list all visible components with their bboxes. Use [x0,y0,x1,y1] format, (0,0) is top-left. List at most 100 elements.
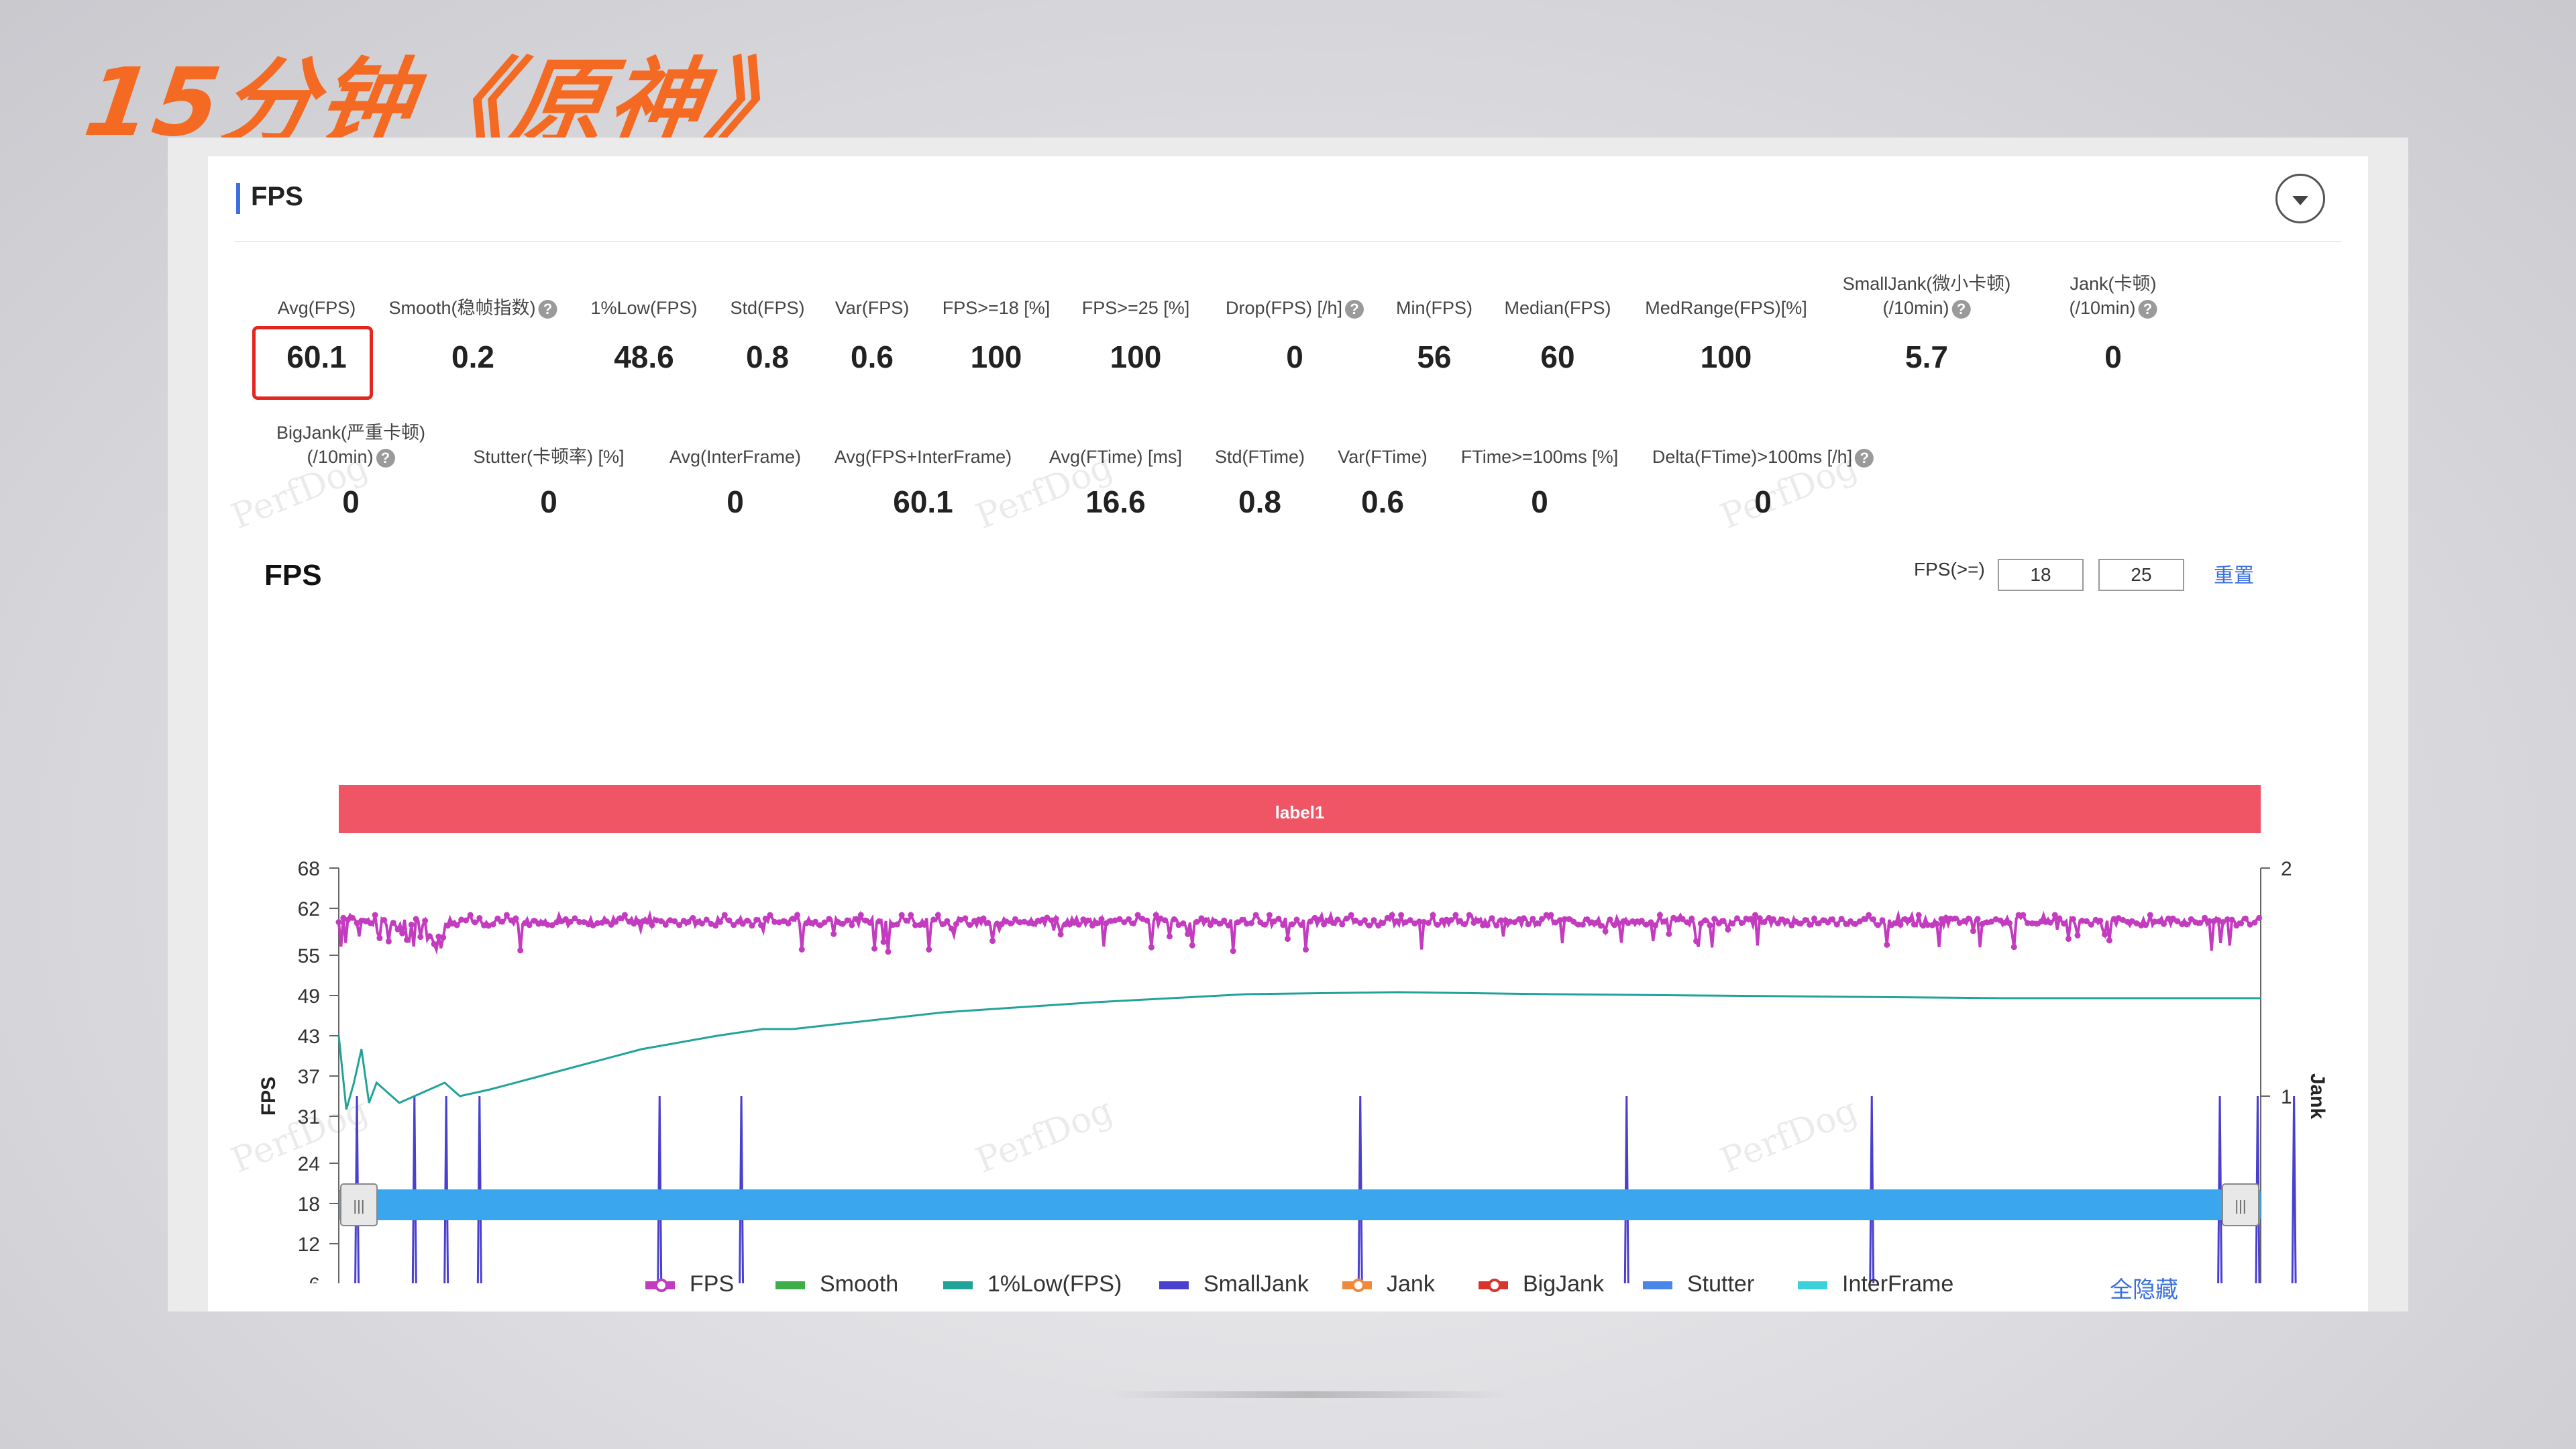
series-fps-point [431,941,437,947]
metric-label: FPS>=18 [%] [943,296,1051,320]
bottom-shadow [1107,1391,1509,1398]
metric-label: FTime>=100ms [%] [1461,445,1619,469]
series-fps-point [1085,918,1091,924]
help-icon[interactable]: ? [1345,300,1364,319]
help-icon[interactable]: ? [1952,300,1971,319]
reset-link[interactable]: 重置 [2214,559,2254,588]
series-fps-point [962,915,968,921]
series-fps-point [336,919,342,925]
metric-label: Stutter(卡顿率) [%] [473,445,624,469]
series-fps-point [2143,922,2149,928]
series-fps-point [390,920,396,926]
series-fps-point [908,912,914,918]
series-fps-point [1126,916,1132,922]
help-icon[interactable]: ? [376,449,395,468]
legend-item[interactable]: Smooth [775,1271,898,1297]
series-fps-point [1688,916,1695,922]
metric-value: 0.2 [451,339,494,375]
series-fps-point [2147,912,2153,918]
series-fps-point [1521,915,1527,921]
hide-all-link[interactable]: 全隐藏 [2110,1271,2178,1304]
series-fps-point [1657,912,1663,918]
legend-swatch [1159,1281,1189,1289]
series-fps-point [527,922,533,928]
series-fps-point [1316,917,1322,923]
series-fps-point [1371,917,1377,923]
legend-item[interactable]: Jank [1342,1271,1435,1297]
series-fps-point [2011,944,2017,950]
series-fps-point [1171,916,1177,922]
metric-label: Var(FTime) [1338,445,1427,469]
series-fps-point [1603,928,1609,934]
series-fps-point [767,912,773,918]
series-fps-point [1144,918,1150,924]
legend-label: InterFrame [1842,1271,1953,1297]
legend-item[interactable]: Stutter [1643,1271,1754,1297]
series-fps-point [1221,918,1227,924]
series-fps-point [1452,912,1458,918]
series-fps-point [1180,920,1186,926]
avg-fps-highlight-box [252,326,373,400]
metric-label: Avg(FPS) [278,296,356,320]
series-fps-point [472,919,478,925]
help-icon[interactable]: ? [539,300,557,319]
series-fps-point [727,918,733,924]
series-fps-point [1870,916,1876,922]
help-icon[interactable]: ? [2139,300,2157,319]
series-fps-point [2020,912,2026,918]
metric-label: SmallJank(微小卡顿) [1843,272,2011,296]
legend-item[interactable]: FPS [645,1271,734,1297]
series-fps-point [1529,916,1536,922]
series-fps-point [517,947,523,953]
series-fps-point [2061,920,2067,926]
legend-item[interactable]: BigJank [1479,1271,1604,1297]
fps-threshold-input-2[interactable]: 25 [2098,559,2184,591]
legend-item[interactable]: SmallJank [1159,1271,1309,1297]
series-1pct-low-line [339,992,2261,1110]
metric-value: 56 [1417,339,1451,375]
metric-value: 48.6 [614,339,674,375]
y-tick-label: 24 [298,1153,320,1175]
series-fps-point [422,918,428,924]
help-icon[interactable]: ? [1855,449,1874,468]
metric-metrics_row1-7: Drop(FPS) [/h]?0 [1226,296,1364,320]
series-fps-point [2184,921,2190,927]
collapse-toggle-button[interactable] [2275,174,2325,223]
series-fps-point [676,922,682,928]
series-fps-point [2070,916,2076,922]
metric-label: BigJank(严重卡顿) [276,421,425,445]
metric-value: 0 [540,484,557,520]
legend-label: BigJank [1523,1271,1604,1297]
metric-metrics_row1-12: Jank(卡顿)(/10min)?0 [2069,272,2157,320]
metric-metrics_row1-11: SmallJank(微小卡顿)(/10min)?5.7 [1843,272,2011,320]
series-fps-point [499,919,505,925]
series-fps-point [1911,922,1917,928]
series-fps-point [717,919,723,925]
metric-metrics_row1-9: Median(FPS)60 [1504,296,1611,320]
series-fps-point [690,915,696,921]
series-fps-point [454,922,460,928]
series-fps-point [989,938,996,944]
series-fps-point [1734,915,1740,921]
series-fps-point [417,934,423,940]
section-accent-bar [236,183,240,214]
fps-threshold-input-1[interactable]: 18 [1998,559,2084,591]
series-fps-point [2229,917,2235,923]
series-fps-point [468,912,474,918]
series-fps-point [1053,916,1059,922]
series-fps-point [1398,912,1404,918]
series-fps-point [1466,912,1472,918]
series-fps-point [826,916,832,922]
series-fps-point [1167,933,1173,939]
series-fps-point [1162,917,1168,923]
series-fps-point [2097,918,2103,924]
legend-item[interactable]: 1%Low(FPS) [943,1271,1122,1297]
y-axis-title-right: Jank [2306,1073,2328,1120]
series-fps-point [722,912,728,918]
series-fps-point [1784,918,1790,924]
series-fps-point [372,912,378,918]
series-fps-point [858,912,864,918]
series-fps-point [949,926,955,932]
legend-item[interactable]: InterFrame [1798,1271,1953,1297]
series-fps-point [1652,922,1658,928]
